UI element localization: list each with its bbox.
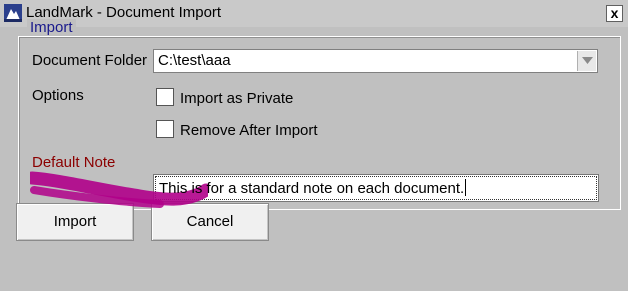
remove-after-import-checkbox[interactable] [156,120,174,138]
options-label: Options [32,87,84,104]
landmark-app-icon [4,4,22,22]
cancel-button[interactable]: Cancel [151,203,269,241]
default-note-value: This is for a standard note on each docu… [159,179,467,197]
document-folder-combobox[interactable]: C:\test\aaa [153,49,598,73]
document-folder-label: Document Folder [32,52,148,69]
folder-dropdown-button[interactable] [577,51,596,71]
import-button[interactable]: Import [16,203,134,241]
import-button-label: Import [53,213,97,230]
chevron-down-icon [582,57,593,64]
title-bar: LandMark - Document Import x [0,0,628,27]
default-note-text: This is for a standard note on each docu… [159,180,465,197]
import-as-private-checkbox[interactable] [156,88,174,106]
remove-after-import-label[interactable]: Remove After Import [180,122,318,139]
groupbox-title: Import [27,19,76,36]
cancel-button-label: Cancel [186,213,234,230]
default-note-label: Default Note [32,154,116,171]
text-caret [465,179,467,196]
close-button[interactable]: x [606,5,623,22]
import-as-private-label[interactable]: Import as Private [180,90,293,107]
close-icon: x [610,5,619,21]
document-folder-value: C:\test\aaa [158,52,231,69]
